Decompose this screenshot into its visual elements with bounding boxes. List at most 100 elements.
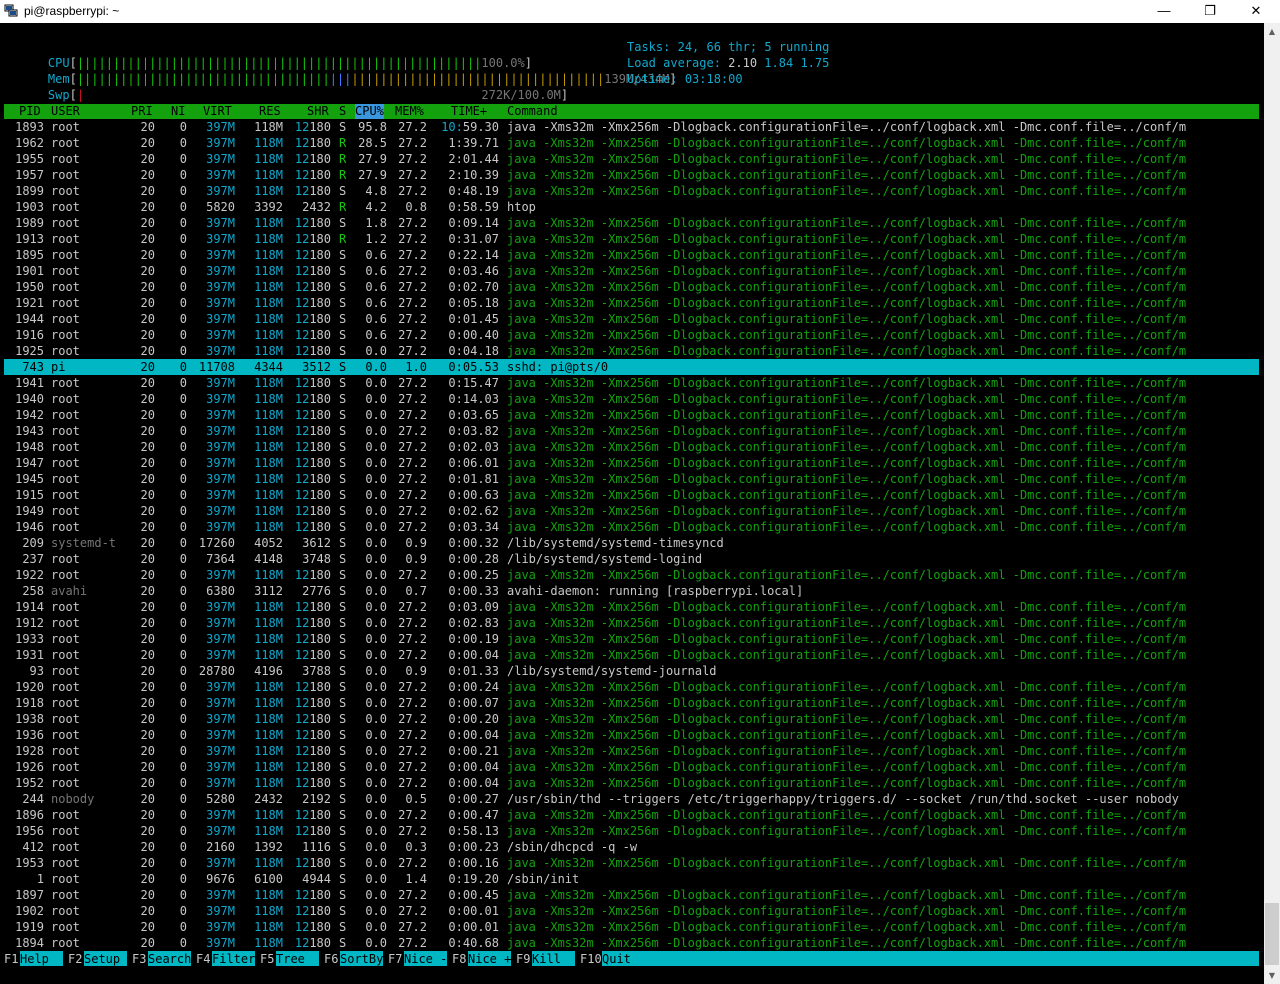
- process-row[interactable]: 1938 root 20 0 397M 118M 12180 S 0.0 27.2 0:00.20 j…: [4, 711, 1259, 727]
- process-res: 118M: [254, 888, 283, 902]
- column-header-pid[interactable]: PID: [19, 104, 41, 119]
- process-row[interactable]: 1918 root 20 0 397M 118M 12180 S 0.0 27.2 0:00.07 j…: [4, 695, 1259, 711]
- process-row[interactable]: 1948 root 20 0 397M 118M 12180 S 0.0 27.2 0:02.03 j…: [4, 439, 1259, 455]
- fkey-label-f3[interactable]: Search: [148, 951, 192, 966]
- column-header-res[interactable]: RES: [259, 104, 281, 119]
- process-row[interactable]: 1946 root 20 0 397M 118M 12180 S 0.0 27.2 0:03.34 j…: [4, 519, 1259, 535]
- process-list[interactable]: 1893 root 20 0 397M 118M 12180 S 95.8 27.2 10:59.3…: [4, 119, 1259, 951]
- process-row[interactable]: 209 systemd-t 20 0 17260 4052 3612 S 0.0 0.9 0:00.…: [4, 535, 1259, 551]
- process-row[interactable]: 1942 root 20 0 397M 118M 12180 S 0.0 27.2 0:03.65 j…: [4, 407, 1259, 423]
- fkey-label-f9[interactable]: Kill: [532, 951, 576, 966]
- vertical-scrollbar[interactable]: ▲ ▼: [1264, 23, 1280, 984]
- column-header-bar[interactable]: PID USER PRI NI VIRT RES SHR S CPU% MEM%…: [4, 104, 1259, 119]
- process-command: /lib/systemd/systemd-timesyncd: [507, 536, 724, 550]
- scrollbar-thumb[interactable]: [1265, 903, 1279, 965]
- column-header-s[interactable]: S: [339, 104, 346, 119]
- process-row[interactable]: 1893 root 20 0 397M 118M 12180 S 95.8 27.2 10:59.3…: [4, 119, 1259, 135]
- process-time: 0:00.33: [448, 584, 499, 598]
- process-row[interactable]: 1936 root 20 0 397M 118M 12180 S 0.0 27.2 0:00.04 j…: [4, 727, 1259, 743]
- process-row[interactable]: 244 nobody 20 0 5280 2432 2192 S 0.0 0.5 0:00.27/u…: [4, 791, 1259, 807]
- fkey-label-f1[interactable]: Help: [20, 951, 64, 966]
- process-row[interactable]: 1952 root 20 0 397M 118M 12180 S 0.0 27.2 0:00.04 j…: [4, 775, 1259, 791]
- process-row[interactable]: 1901 root 20 0 397M 118M 12180 S 0.6 27.2 0:03.46 j…: [4, 263, 1259, 279]
- process-row[interactable]: 1919 root 20 0 397M 118M 12180 S 0.0 27.2 0:00.01 j…: [4, 919, 1259, 935]
- process-command: java -Xms32m -Xmx256m -Dlogback.configur…: [507, 232, 1187, 246]
- process-shr: 12180: [294, 424, 331, 438]
- fkey-label-f5[interactable]: Tree: [276, 951, 320, 966]
- process-row[interactable]: 1941 root 20 0 397M 118M 12180 S 0.0 27.2 0:15.47 j…: [4, 375, 1259, 391]
- process-row[interactable]: 1922 root 20 0 397M 118M 12180 S 0.0 27.2 0:00.25 j…: [4, 567, 1259, 583]
- maximize-button[interactable]: ❐: [1187, 0, 1233, 23]
- process-row[interactable]: 1944 root 20 0 397M 118M 12180 S 0.6 27.2 0:01.45 j…: [4, 311, 1259, 327]
- scroll-up-icon[interactable]: ▲: [1264, 23, 1280, 40]
- process-row[interactable]: 743 pi 20 0 11708 4344 3512 S 0.0 1.0 0:05.53 sshd:…: [4, 359, 1259, 375]
- process-row[interactable]: 1899 root 20 0 397M 118M 12180 S 4.8 27.2 0:48.19 j…: [4, 183, 1259, 199]
- column-header-shr[interactable]: SHR: [307, 104, 329, 119]
- scroll-down-icon[interactable]: ▼: [1264, 967, 1280, 984]
- close-button[interactable]: ✕: [1233, 0, 1279, 23]
- process-row[interactable]: 1 root 20 0 9676 6100 4944 S 0.0 1.4 0:19.20/sbin/…: [4, 871, 1259, 887]
- process-row[interactable]: 1949 root 20 0 397M 118M 12180 S 0.0 27.2 0:02.62 j…: [4, 503, 1259, 519]
- fkey-label-f7[interactable]: Nice -: [404, 951, 448, 966]
- fkey-label-f10[interactable]: Quit: [602, 951, 1259, 966]
- process-row[interactable]: 1953 root 20 0 397M 118M 12180 S 0.0 27.2 0:00.16 j…: [4, 855, 1259, 871]
- process-row[interactable]: 1894 root 20 0 397M 118M 12180 S 0.0 27.2 0:40.68 j…: [4, 935, 1259, 951]
- column-header-user[interactable]: USER: [51, 104, 80, 119]
- terminal[interactable]: CPU[||||||||||||||||||||||||||||||||||||…: [0, 23, 1264, 984]
- process-row[interactable]: 1947 root 20 0 397M 118M 12180 S 0.0 27.2 0:06.01 j…: [4, 455, 1259, 471]
- process-row[interactable]: 1896 root 20 0 397M 118M 12180 S 0.0 27.2 0:00.47 j…: [4, 807, 1259, 823]
- process-row[interactable]: 1956 root 20 0 397M 118M 12180 S 0.0 27.2 0:58.13 j…: [4, 823, 1259, 839]
- process-row[interactable]: 1902 root 20 0 397M 118M 12180 S 0.0 27.2 0:00.01 j…: [4, 903, 1259, 919]
- process-shr: 4944: [302, 872, 331, 886]
- column-header-pri[interactable]: PRI: [131, 104, 153, 119]
- process-ni: 0: [179, 360, 187, 374]
- process-row[interactable]: 93 root 20 0 28780 4196 3788 S 0.0 0.9 0:01.33/lib…: [4, 663, 1259, 679]
- process-mem: 27.2: [398, 456, 427, 470]
- process-state: S: [339, 856, 347, 870]
- column-header-virt[interactable]: VIRT: [203, 104, 232, 119]
- process-row[interactable]: 412 root 20 0 2160 1392 1116 S 0.0 0.3 0:00.23/sbi…: [4, 839, 1259, 855]
- process-row[interactable]: 1895 root 20 0 397M 118M 12180 S 0.6 27.2 0:22.14 j…: [4, 247, 1259, 263]
- process-row[interactable]: 1913 root 20 0 397M 118M 12180 R 1.2 27.2 0:31.07 j…: [4, 231, 1259, 247]
- process-mem: 27.2: [398, 680, 427, 694]
- fkey-label-f2[interactable]: Setup: [84, 951, 128, 966]
- column-header-cpu[interactable]: CPU%: [355, 104, 384, 119]
- process-row[interactable]: 1955 root 20 0 397M 118M 12180 R 27.9 27.2 2:01.44…: [4, 151, 1259, 167]
- column-header-command[interactable]: Command: [507, 104, 558, 119]
- process-row[interactable]: 1928 root 20 0 397M 118M 12180 S 0.0 27.2 0:00.21 j…: [4, 743, 1259, 759]
- process-row[interactable]: 1943 root 20 0 397M 118M 12180 S 0.0 27.2 0:03.82 j…: [4, 423, 1259, 439]
- process-row[interactable]: 1914 root 20 0 397M 118M 12180 S 0.0 27.2 0:03.09 j…: [4, 599, 1259, 615]
- fkey-label-f4[interactable]: Filter: [212, 951, 256, 966]
- process-row[interactable]: 1920 root 20 0 397M 118M 12180 S 0.0 27.2 0:00.24 j…: [4, 679, 1259, 695]
- process-row[interactable]: 1945 root 20 0 397M 118M 12180 S 0.0 27.2 0:01.81 j…: [4, 471, 1259, 487]
- minimize-button[interactable]: —: [1141, 0, 1187, 23]
- process-row[interactable]: 1957 root 20 0 397M 118M 12180 R 27.9 27.2 2:10.39…: [4, 167, 1259, 183]
- process-virt: 397M: [206, 520, 235, 534]
- column-header-ni[interactable]: NI: [171, 104, 185, 119]
- process-row[interactable]: 1989 root 20 0 397M 118M 12180 S 1.8 27.2 0:09.14 j…: [4, 215, 1259, 231]
- column-header-mem[interactable]: MEM%: [395, 104, 424, 119]
- process-row[interactable]: 237 root 20 0 7364 4148 3748 S 0.0 0.9 0:00.28/lib…: [4, 551, 1259, 567]
- column-header-time[interactable]: TIME+: [451, 104, 487, 119]
- process-row[interactable]: 1903 root 20 0 5820 3392 2432 R 4.2 0.8 0:58.59 hto…: [4, 199, 1259, 215]
- process-row[interactable]: 1926 root 20 0 397M 118M 12180 S 0.0 27.2 0:00.04 j…: [4, 759, 1259, 775]
- process-res: 118M: [254, 328, 283, 342]
- process-row[interactable]: 1933 root 20 0 397M 118M 12180 S 0.0 27.2 0:00.19 j…: [4, 631, 1259, 647]
- process-ni: 0: [179, 216, 187, 230]
- process-row[interactable]: 1915 root 20 0 397M 118M 12180 S 0.0 27.2 0:00.63 j…: [4, 487, 1259, 503]
- process-row[interactable]: 1925 root 20 0 397M 118M 12180 S 0.0 27.2 0:04.18 j…: [4, 343, 1259, 359]
- process-row[interactable]: 1931 root 20 0 397M 118M 12180 S 0.0 27.2 0:00.04 j…: [4, 647, 1259, 663]
- process-row[interactable]: 1916 root 20 0 397M 118M 12180 S 0.6 27.2 0:00.40 j…: [4, 327, 1259, 343]
- process-res: 118M: [254, 504, 283, 518]
- fkey-label-f6[interactable]: SortBy: [340, 951, 384, 966]
- process-row[interactable]: 1897 root 20 0 397M 118M 12180 S 0.0 27.2 0:00.45 j…: [4, 887, 1259, 903]
- process-row[interactable]: 1940 root 20 0 397M 118M 12180 S 0.0 27.2 0:14.03 j…: [4, 391, 1259, 407]
- fkey-label-f8[interactable]: Nice +: [468, 951, 512, 966]
- process-row[interactable]: 1912 root 20 0 397M 118M 12180 S 0.0 27.2 0:02.83 j…: [4, 615, 1259, 631]
- process-row[interactable]: 258 avahi 20 0 6380 3112 2776 S 0.0 0.7 0:00.33 ava…: [4, 583, 1259, 599]
- process-row[interactable]: 1921 root 20 0 397M 118M 12180 S 0.6 27.2 0:05.18 j…: [4, 295, 1259, 311]
- process-row[interactable]: 1950 root 20 0 397M 118M 12180 S 0.6 27.2 0:02.70 j…: [4, 279, 1259, 295]
- process-res: 118M: [254, 152, 283, 166]
- process-mem: 27.2: [398, 904, 427, 918]
- process-row[interactable]: 1962 root 20 0 397M 118M 12180 R 28.5 27.2 1:39.71…: [4, 135, 1259, 151]
